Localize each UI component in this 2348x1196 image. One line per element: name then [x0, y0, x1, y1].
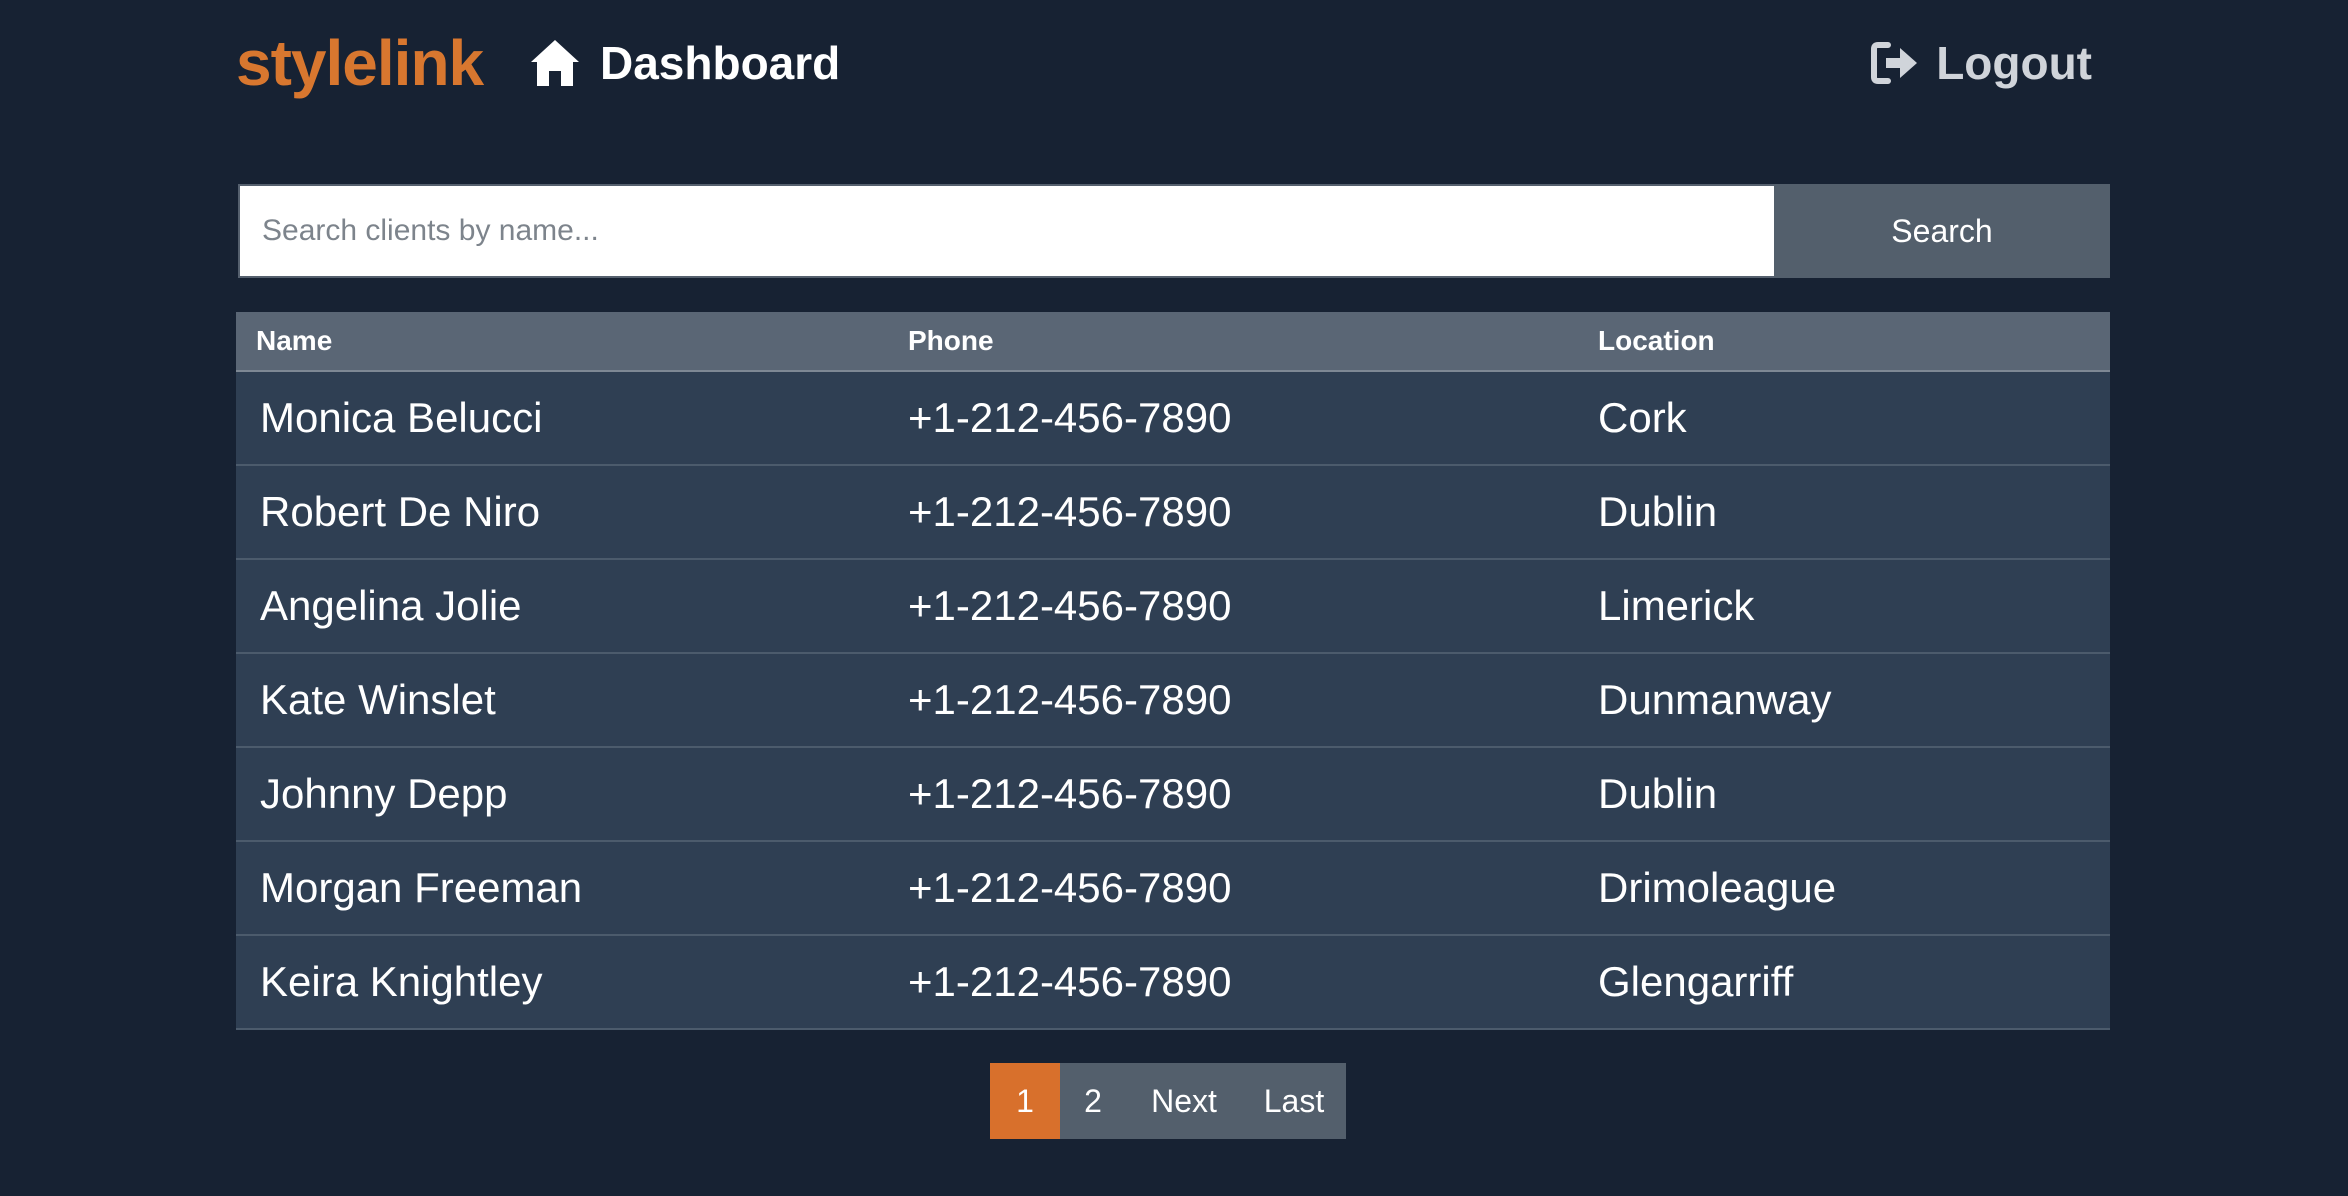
- sign-out-icon: [1871, 42, 1918, 84]
- client-name: Angelina Jolie: [236, 559, 908, 654]
- dashboard-label: Dashboard: [600, 37, 841, 89]
- table-row[interactable]: Angelina Jolie +1-212-456-7890 Limerick: [236, 559, 2110, 654]
- client-name: Morgan Freeman: [236, 841, 908, 936]
- client-phone: +1-212-456-7890: [908, 935, 1598, 1030]
- last-page-button[interactable]: Last: [1242, 1063, 1346, 1139]
- table-row[interactable]: Monica Belucci +1-212-456-7890 Cork: [236, 371, 2110, 466]
- table-row[interactable]: Robert De Niro +1-212-456-7890 Dublin: [236, 465, 2110, 560]
- client-location: Limerick: [1598, 559, 2110, 654]
- page-2-button[interactable]: 2: [1060, 1063, 1126, 1139]
- next-page-button[interactable]: Next: [1126, 1063, 1242, 1139]
- client-phone: +1-212-456-7890: [908, 371, 1598, 466]
- client-phone: +1-212-456-7890: [908, 559, 1598, 654]
- table-row[interactable]: Keira Knightley +1-212-456-7890 Glengarr…: [236, 935, 2110, 1030]
- client-name: Keira Knightley: [236, 935, 908, 1030]
- top-nav: stylelink Dashboard Logout: [236, 30, 2092, 96]
- client-name: Johnny Depp: [236, 747, 908, 842]
- column-header-phone: Phone: [908, 312, 1598, 372]
- clients-table: Name Phone Location Monica Belucci +1-21…: [236, 312, 2110, 1030]
- client-name: Robert De Niro: [236, 465, 908, 560]
- search-bar: Search: [238, 184, 2110, 278]
- brand-logo[interactable]: stylelink: [236, 30, 484, 96]
- logout-link[interactable]: Logout: [1870, 30, 2092, 96]
- client-location: Drimoleague: [1598, 841, 2110, 936]
- client-phone: +1-212-456-7890: [908, 465, 1598, 560]
- client-name: Kate Winslet: [236, 653, 908, 748]
- dashboard-link[interactable]: Dashboard: [528, 30, 840, 96]
- logout-label: Logout: [1936, 37, 2092, 89]
- column-header-location: Location: [1598, 312, 2110, 372]
- client-location: Dublin: [1598, 747, 2110, 842]
- client-phone: +1-212-456-7890: [908, 747, 1598, 842]
- table-row[interactable]: Kate Winslet +1-212-456-7890 Dunmanway: [236, 653, 2110, 748]
- table-row[interactable]: Johnny Depp +1-212-456-7890 Dublin: [236, 747, 2110, 842]
- client-location: Dunmanway: [1598, 653, 2110, 748]
- client-phone: +1-212-456-7890: [908, 841, 1598, 936]
- search-input[interactable]: [238, 184, 1774, 278]
- column-header-name: Name: [236, 312, 908, 372]
- search-button[interactable]: Search: [1774, 184, 2110, 278]
- table-header-row: Name Phone Location: [236, 312, 2110, 372]
- client-location: Cork: [1598, 371, 2110, 466]
- client-location: Dublin: [1598, 465, 2110, 560]
- page-1-button[interactable]: 1: [990, 1063, 1060, 1139]
- table-row[interactable]: Morgan Freeman +1-212-456-7890 Drimoleag…: [236, 841, 2110, 936]
- pagination: 1 2 Next Last: [990, 1063, 1346, 1139]
- client-phone: +1-212-456-7890: [908, 653, 1598, 748]
- client-location: Glengarriff: [1598, 935, 2110, 1030]
- client-name: Monica Belucci: [236, 371, 908, 466]
- home-icon: [531, 40, 579, 86]
